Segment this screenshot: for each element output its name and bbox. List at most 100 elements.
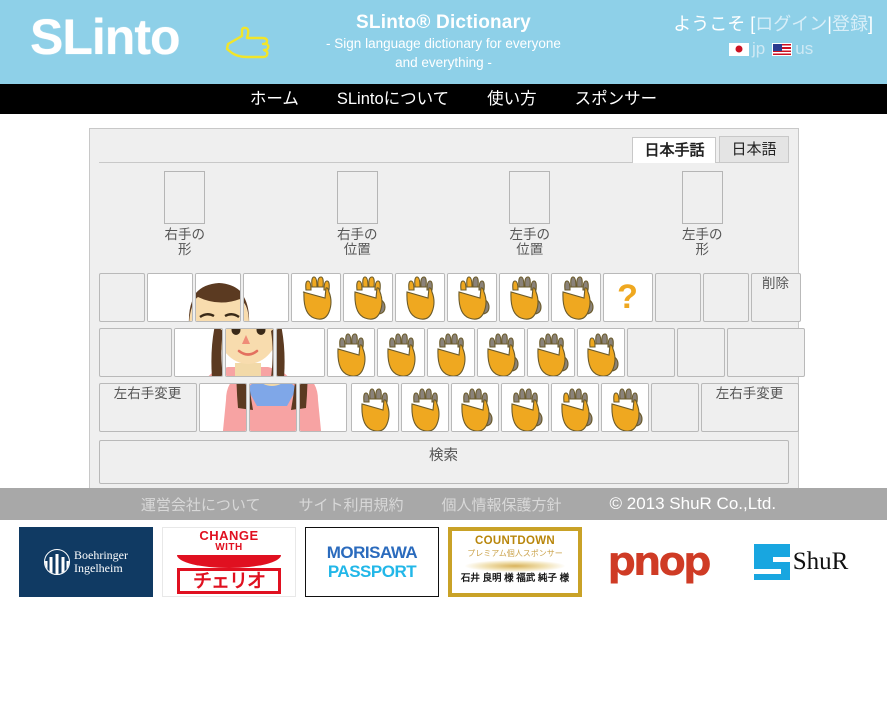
- hand-shape-icon: [351, 384, 398, 431]
- sponsor-morisawa-passport[interactable]: MORISAWA PASSPORT: [305, 527, 439, 597]
- body-position-cell-r3c2[interactable]: [248, 383, 297, 432]
- spacer-cell-r2: [98, 328, 172, 377]
- sponsor-countdown-line3: 石井 良明 様 福武 純子 様: [460, 573, 570, 584]
- hand-shape-icon: [401, 384, 448, 431]
- hand-shape-cell-r1c2[interactable]: [342, 273, 393, 322]
- hand-shape-cell-r3c2[interactable]: [400, 383, 449, 432]
- hand-shape-cell-r2c1[interactable]: [326, 328, 375, 377]
- lang-jp-label[interactable]: jp: [752, 37, 765, 61]
- hand-shape-icon: [601, 384, 648, 431]
- slot-right-hand-position-label-1: 右手の: [337, 227, 378, 242]
- body-position-cell-r2c2[interactable]: [224, 328, 274, 377]
- sponsor-pnop[interactable]: pnop: [591, 527, 725, 597]
- hand-shape-icon: [527, 329, 574, 376]
- nav-item-howto[interactable]: 使い方: [487, 84, 537, 114]
- slot-right-hand-position-box[interactable]: [336, 171, 378, 224]
- nav-item-home[interactable]: ホーム: [250, 84, 299, 114]
- sponsor-countdown[interactable]: COUNTDOWN プレミアム個人スポンサー 石井 良明 様 福武 純子 様: [448, 527, 582, 597]
- login-link[interactable]: ログイン: [755, 14, 827, 34]
- slot-right-hand-shape-box[interactable]: [164, 171, 206, 224]
- person-illustration: [195, 274, 240, 321]
- welcome-suffix: ]: [867, 14, 873, 34]
- spacer-cell-r2b: [626, 328, 675, 377]
- slot-right-hand-shape: 右手の 形: [99, 171, 272, 271]
- search-button[interactable]: 検索: [98, 440, 789, 484]
- hand-shape-icon: [551, 384, 598, 431]
- person-illustration: [299, 384, 346, 431]
- slot-right-hand-shape-label-2: 形: [178, 242, 192, 257]
- sponsor-cheerio-line2: WITH: [215, 542, 243, 553]
- hand-shape-cell-r1c5[interactable]: [498, 273, 549, 322]
- swap-hands-button-left[interactable]: 左右手変更: [98, 383, 197, 432]
- countdown-ornament-icon: [465, 560, 565, 572]
- nav-item-sponsor[interactable]: スポンサー: [575, 84, 658, 114]
- sponsor-shur-text: ShuR: [792, 548, 849, 575]
- hand-shape-cell-r2c3[interactable]: [426, 328, 475, 377]
- tab-japanese[interactable]: 日本語: [719, 136, 789, 162]
- hand-shape-cell-r3c6[interactable]: [600, 383, 649, 432]
- hand-shape-cell-r1c4[interactable]: [446, 273, 497, 322]
- hand-shape-cell-r1c1[interactable]: [290, 273, 341, 322]
- nav-item-about[interactable]: SLintoについて: [337, 84, 449, 114]
- picker-row-2: [98, 326, 805, 379]
- hand-shape-cell-r3c3[interactable]: [450, 383, 499, 432]
- body-position-cell-r2c3[interactable]: [275, 328, 325, 377]
- person-illustration: [225, 329, 273, 376]
- site-footer: 運営会社について サイト利用規約 個人情報保護方針 © 2013 ShuR Co…: [0, 488, 887, 520]
- footer-link-company[interactable]: 運営会社について: [141, 494, 261, 515]
- spacer-cell-r1: [98, 273, 145, 322]
- slot-left-hand-position-box[interactable]: [509, 171, 551, 224]
- hand-shape-icon: [447, 274, 496, 321]
- hand-shape-cell-r2c4[interactable]: [476, 328, 525, 377]
- hand-shape-icon: [427, 329, 474, 376]
- register-link[interactable]: 登録: [832, 14, 868, 34]
- slot-left-hand-shape-box[interactable]: [681, 171, 723, 224]
- site-logo[interactable]: SLinto: [30, 6, 270, 72]
- flag-us-icon[interactable]: [772, 42, 793, 56]
- flag-jp-icon[interactable]: [729, 42, 750, 56]
- delete-button[interactable]: 削除: [750, 273, 801, 322]
- language-switcher: jp us: [673, 37, 873, 61]
- account-area: ようこそ [ログイン|登録] jp us: [673, 12, 873, 61]
- person-illustration: [249, 384, 296, 431]
- slot-right-hand-shape-label-1: 右手の: [164, 227, 206, 242]
- person-illustration: [174, 329, 222, 376]
- hand-shape-cell-r1c6[interactable]: [550, 273, 601, 322]
- lang-us-label[interactable]: us: [795, 37, 813, 61]
- main-nav: ホーム SLintoについて 使い方 スポンサー: [0, 84, 887, 114]
- hand-shape-cell-r2c5[interactable]: [526, 328, 575, 377]
- hand-shape-cell-r2c6[interactable]: [576, 328, 625, 377]
- body-position-cell-r1c2[interactable]: [194, 273, 241, 322]
- swap-hands-button-right[interactable]: 左右手変更: [700, 383, 799, 432]
- hand-shape-cell-r3c1[interactable]: [350, 383, 399, 432]
- page-body: 日本手話 日本語 右手の 形 右手の 位置 左手の 位置 左手の 形 ? 削除 …: [0, 114, 887, 494]
- body-position-cell-r3c1[interactable]: [198, 383, 247, 432]
- hand-shape-icon: [477, 329, 524, 376]
- hand-shape-cell-r3c4[interactable]: [500, 383, 549, 432]
- tab-jsl[interactable]: 日本手話: [632, 137, 717, 163]
- slot-left-hand-position: 左手の 位置: [444, 171, 617, 271]
- footer-link-privacy[interactable]: 個人情報保護方針: [441, 494, 561, 515]
- slot-left-hand-shape-label-1: 左手の: [682, 227, 723, 242]
- body-position-cell-r1c1[interactable]: [146, 273, 193, 322]
- shur-logo-icon: [753, 544, 790, 580]
- picker-rows: ? 削除 左右手変更 左右手変更: [98, 271, 805, 434]
- sponsor-cheerio[interactable]: CHANGE WITH チェリオ: [162, 527, 296, 597]
- person-illustration: [199, 384, 246, 431]
- hand-shape-cell-r1c3[interactable]: [394, 273, 445, 322]
- hand-shape-cell-r3c5[interactable]: [550, 383, 599, 432]
- body-position-cell-r1c3[interactable]: [242, 273, 289, 322]
- sponsor-boehringer-ingelheim[interactable]: Boehringer Ingelheim: [19, 527, 153, 597]
- copyright-text: © 2013 ShuR Co.,Ltd.: [609, 494, 777, 513]
- body-position-cell-r3c3[interactable]: [298, 383, 347, 432]
- hand-shape-icon: [395, 274, 444, 321]
- hand-shape-cell-r2c2[interactable]: [376, 328, 425, 377]
- hand-shape-icon: [451, 384, 498, 431]
- body-position-cell-r2c1[interactable]: [173, 328, 223, 377]
- unknown-handshape-cell[interactable]: ?: [602, 273, 653, 322]
- sponsor-shur[interactable]: ShuR: [734, 527, 868, 597]
- pointing-hand-icon: [225, 26, 270, 59]
- footer-link-terms[interactable]: サイト利用規約: [298, 494, 403, 515]
- hand-shape-icon: [291, 274, 340, 321]
- hand-shape-icon: [377, 329, 424, 376]
